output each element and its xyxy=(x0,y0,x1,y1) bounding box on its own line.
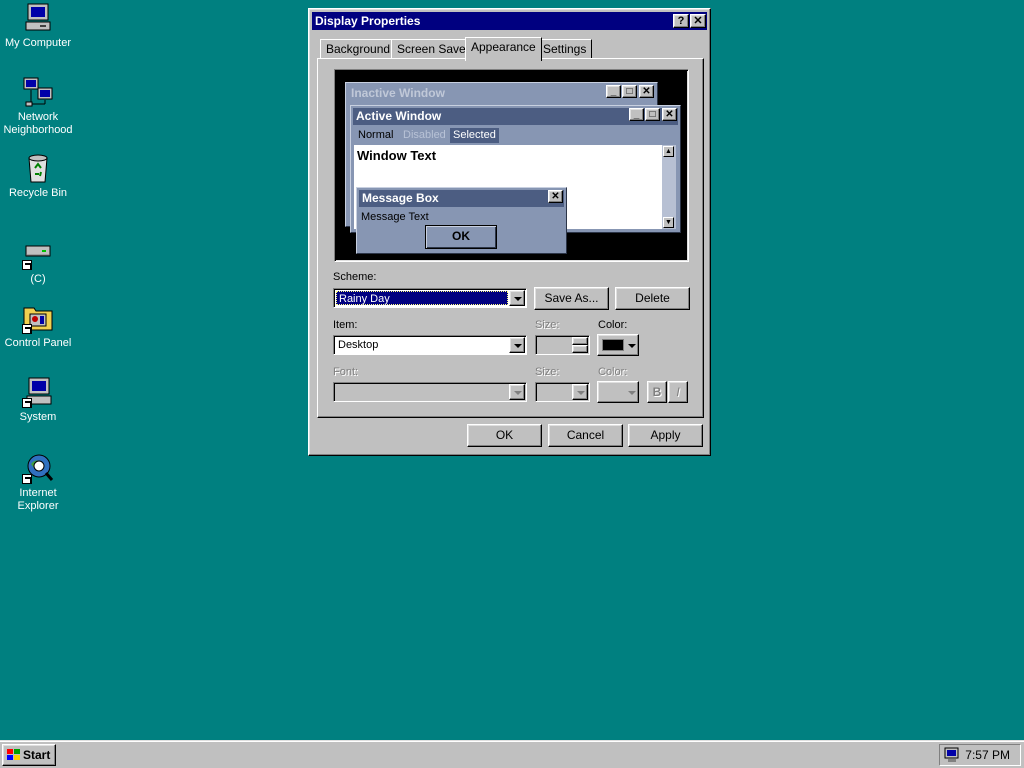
desktop-icon-recycle-bin[interactable]: Recycle Bin xyxy=(0,152,76,200)
icon-label: My Computer xyxy=(4,37,72,49)
dropdown-arrow-icon[interactable] xyxy=(509,290,525,306)
icon-label: Recycle Bin xyxy=(8,187,68,199)
dropdown-arrow-icon[interactable] xyxy=(572,384,588,400)
scheme-value: Rainy Day xyxy=(336,291,508,305)
bold-button[interactable]: B xyxy=(647,381,667,403)
icon-label: System xyxy=(19,411,57,423)
item-label: Item: xyxy=(333,319,358,331)
delete-button[interactable]: Delete xyxy=(615,287,690,310)
font-label: Font: xyxy=(333,366,359,378)
drive-shortcut-icon xyxy=(22,238,54,270)
clock[interactable]: 7:57 PM xyxy=(965,745,1010,765)
dropdown-arrow-icon[interactable] xyxy=(509,337,525,353)
close-button[interactable]: ✕ xyxy=(690,14,706,28)
desktop-icon-control-panel[interactable]: Control Panel xyxy=(0,302,76,350)
scroll-up-icon: ▲ xyxy=(663,146,674,157)
shortcut-arrow-icon xyxy=(22,324,32,334)
shortcut-arrow-icon xyxy=(22,474,32,484)
recycle-bin-icon xyxy=(22,152,54,184)
item-size-label: Size: xyxy=(535,319,560,331)
taskbar: Start 7:57 PM xyxy=(0,740,1024,768)
desktop-icon-c-drive[interactable]: (C) xyxy=(0,238,76,286)
color-swatch xyxy=(602,339,624,351)
system-shortcut-icon xyxy=(22,376,54,408)
preview-menu-disabled[interactable]: Disabled xyxy=(400,128,449,143)
tab-appearance[interactable]: Appearance xyxy=(465,37,542,61)
control-panel-icon xyxy=(22,302,54,334)
appearance-panel: Inactive Window _ □ ✕ Active Window _ □ … xyxy=(317,58,704,418)
apply-button[interactable]: Apply xyxy=(628,424,703,447)
preview-scrollbar[interactable]: ▲ ▼ xyxy=(662,145,676,229)
desktop-icon-internet-explorer[interactable]: Internet Explorer xyxy=(0,452,76,513)
computer-icon xyxy=(22,2,54,34)
item-dropdown[interactable]: Desktop xyxy=(333,335,527,355)
preview-message-box-title: Message Box xyxy=(359,190,564,207)
item-value: Desktop xyxy=(338,339,379,351)
close-icon: ✕ xyxy=(548,190,563,203)
dialog-titlebar[interactable]: Display Properties ? ✕ xyxy=(312,12,707,30)
shortcut-arrow-icon xyxy=(22,260,32,270)
font-dropdown[interactable] xyxy=(333,382,527,402)
maximize-icon: □ xyxy=(622,85,637,98)
dropdown-arrow-icon xyxy=(628,344,636,348)
preview-ok-button[interactable]: OK xyxy=(425,225,497,249)
dropdown-arrow-icon xyxy=(628,391,636,395)
start-label: Start xyxy=(23,748,51,762)
desktop-icon-network-neighborhood[interactable]: Network Neighborhood xyxy=(0,76,76,137)
font-size-dropdown[interactable] xyxy=(535,382,590,402)
icon-label: Network Neighborhood xyxy=(3,111,73,136)
preview-window-text: Window Text xyxy=(357,148,437,163)
display-tray-icon[interactable] xyxy=(944,747,960,763)
start-button[interactable]: Start xyxy=(2,744,56,766)
system-tray: 7:57 PM xyxy=(939,744,1021,766)
scroll-down-icon: ▼ xyxy=(663,217,674,228)
preview-message-text: Message Text xyxy=(361,211,429,223)
desktop-icon-my-computer[interactable]: My Computer xyxy=(0,2,76,50)
preview-message-box[interactable]: Message Box ✕ Message Text OK xyxy=(356,187,567,254)
spin-down-icon[interactable] xyxy=(572,345,588,353)
scheme-dropdown[interactable]: Rainy Day xyxy=(333,288,527,308)
scheme-label: Scheme: xyxy=(333,271,377,283)
tab-background[interactable]: Background xyxy=(320,39,397,59)
shortcut-arrow-icon xyxy=(22,398,32,408)
icon-label: (C) xyxy=(30,273,46,285)
network-icon xyxy=(22,76,54,108)
font-size-label: Size: xyxy=(535,366,560,378)
desktop-icon-system[interactable]: System xyxy=(0,376,76,424)
save-as-button[interactable]: Save As... xyxy=(534,287,609,310)
cancel-button[interactable]: Cancel xyxy=(548,424,623,447)
appearance-preview[interactable]: Inactive Window _ □ ✕ Active Window _ □ … xyxy=(334,69,689,262)
preview-menu-normal[interactable]: Normal xyxy=(355,128,396,143)
item-size-spinner[interactable] xyxy=(535,335,590,355)
display-properties-dialog: Display Properties ? ✕ Background Screen… xyxy=(308,8,711,456)
internet-explorer-icon xyxy=(22,452,54,484)
dropdown-arrow-icon[interactable] xyxy=(509,384,525,400)
close-icon: ✕ xyxy=(639,85,654,98)
close-icon: ✕ xyxy=(662,108,677,121)
item-color-label: Color: xyxy=(598,319,628,331)
font-color-label: Color: xyxy=(598,366,628,378)
preview-menu-selected[interactable]: Selected xyxy=(450,128,499,143)
tab-screen-saver[interactable]: Screen Saver xyxy=(391,39,476,59)
icon-label: Internet Explorer xyxy=(17,487,59,512)
minimize-icon: _ xyxy=(606,85,621,98)
spin-up-icon[interactable] xyxy=(572,337,588,345)
font-color-button[interactable] xyxy=(597,381,639,403)
minimize-icon: _ xyxy=(629,108,644,121)
item-color-button[interactable] xyxy=(597,334,639,356)
ok-button[interactable]: OK xyxy=(467,424,542,447)
dialog-title: Display Properties xyxy=(315,14,421,28)
icon-label: Control Panel xyxy=(4,337,72,349)
maximize-icon: □ xyxy=(645,108,660,121)
help-button[interactable]: ? xyxy=(673,14,689,28)
windows-logo-icon xyxy=(6,748,21,762)
italic-button[interactable]: I xyxy=(668,381,688,403)
tab-settings[interactable]: Settings xyxy=(537,39,593,59)
